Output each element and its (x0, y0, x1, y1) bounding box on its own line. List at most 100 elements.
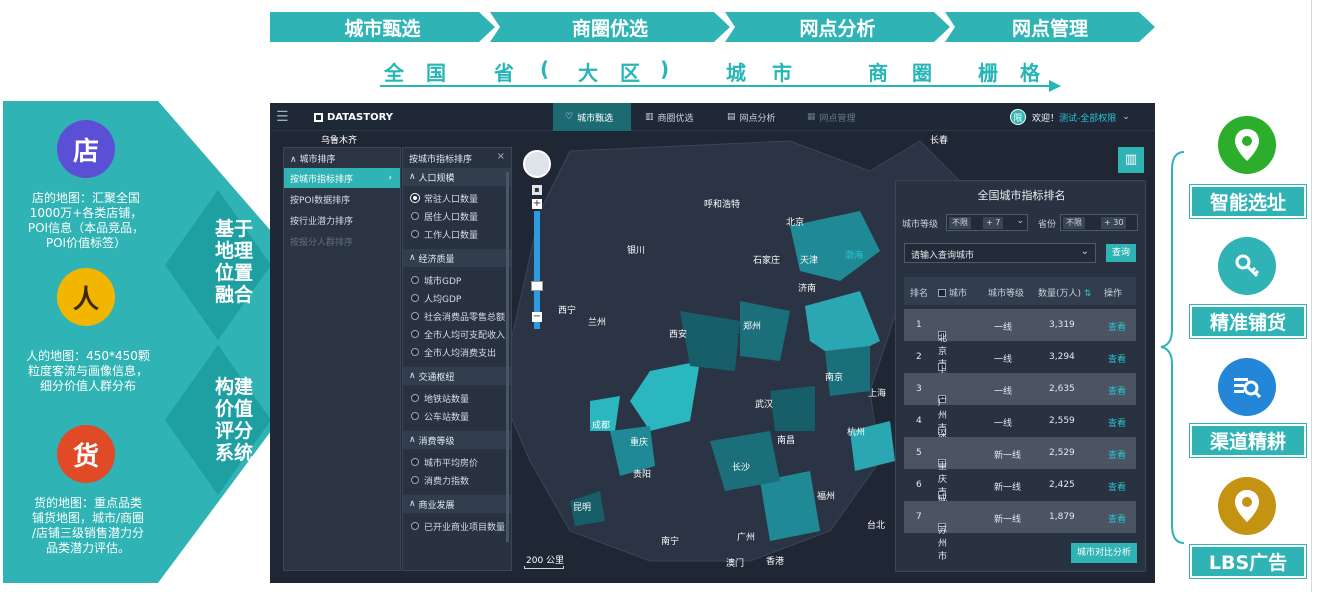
option-label: 公车站数量 (424, 412, 470, 423)
section-consumption[interactable]: ∧ 消费等级 (403, 431, 511, 449)
search-button[interactable]: 查询 (1106, 244, 1136, 262)
option-resident[interactable]: 常驻人口数量 (411, 190, 478, 206)
radio-icon (411, 458, 419, 466)
option-label: 已开业商业项目数量 (424, 522, 506, 533)
sort-item-city-indicator[interactable]: 按城市指标排序 › (284, 168, 400, 188)
person-icon: 人 (57, 268, 115, 326)
menu-icon[interactable]: ☰ (276, 103, 289, 131)
zoom-in-icon[interactable]: + (532, 199, 542, 209)
view-link[interactable]: 查看 (1108, 512, 1126, 525)
tab-outlet-management[interactable]: ▦ 网点管理 (807, 103, 856, 131)
checkbox-icon[interactable] (938, 289, 946, 297)
map-pin-icon (1218, 477, 1276, 535)
text-line: 位置 (214, 262, 253, 284)
search-placeholder: 请输入查询城市 (911, 251, 975, 261)
option-working[interactable]: 工作人口数量 (411, 226, 478, 242)
map-city-label: 澳门 (726, 559, 745, 569)
column-label: 数量(万人) (1038, 289, 1082, 299)
ranking-table-header: 排名 城市 城市等级 数量(万人) ⇅ 操作 (904, 277, 1136, 305)
option-living[interactable]: 居住人口数量 (411, 208, 478, 224)
sort-item-poi[interactable]: 按POI数据排序 (284, 189, 400, 209)
tab-label: 商圈优选 (657, 113, 694, 124)
map-city-label: 杭州 (847, 428, 866, 438)
view-link[interactable]: 查看 (1108, 352, 1126, 365)
sort-item-crowd[interactable]: 按报分人群排序 (284, 231, 400, 251)
rank-cell: 6 (916, 480, 922, 490)
filter-chip: 不限 (1063, 217, 1085, 229)
value-cell: 1,879 (1049, 512, 1075, 522)
option-bus[interactable]: 公车站数量 (411, 408, 469, 424)
section-transport[interactable]: ∧ 交通枢纽 (403, 367, 511, 385)
app-topbar: ☰ DATASTORY ♡ 城市甄选 ▥ 商圈优选 ▤ 网点分析 ▦ 网点管理 限 欢迎… (270, 103, 1155, 131)
section-economy[interactable]: ∧ 经济质量 (403, 249, 511, 267)
zoom-out-icon[interactable]: − (532, 312, 542, 322)
view-link[interactable]: 查看 (1108, 384, 1126, 397)
section-business[interactable]: ∧ 商业发展 (403, 495, 511, 513)
section-label: 经济质量 (418, 254, 455, 265)
province-select[interactable]: 不限 + 30 (1060, 214, 1138, 231)
section-label: 交通枢纽 (418, 372, 455, 383)
option-spending[interactable]: 全市人均消费支出 (411, 344, 496, 360)
option-gdp[interactable]: 城市GDP (411, 272, 461, 288)
divider (1311, 0, 1312, 592)
level-cell: 新一线 (994, 451, 1022, 461)
map-city-label: 重庆 (630, 438, 649, 448)
compass-control[interactable] (523, 150, 551, 178)
column-header: 城市等级 (988, 289, 1025, 299)
city-search-input[interactable]: 请输入查询城市 ⌄ (904, 243, 1096, 263)
compare-cities-button[interactable]: 城市对比分析 (1070, 543, 1137, 563)
city-level-select[interactable]: 不限 + 7 ⌄ (946, 214, 1028, 231)
option-income[interactable]: 全市人均可支配收入 (411, 326, 505, 342)
map-city-label: 香港 (766, 557, 785, 567)
option-retail[interactable]: 社会消费品零售总额 (411, 308, 505, 324)
option-label: 社会消费品零售总额 (424, 312, 506, 323)
section-label: 消费等级 (418, 436, 455, 447)
sort-item-industry[interactable]: 按行业潜力排序 (284, 210, 400, 230)
option-consumption-index[interactable]: 消费力指数 (411, 472, 469, 488)
option-house-price[interactable]: 城市平均房价 (411, 454, 478, 470)
view-link[interactable]: 查看 (1108, 416, 1126, 429)
hier-char: 区 (620, 61, 640, 85)
tab-city-select[interactable]: ♡ 城市甄选 (553, 103, 631, 131)
column-header-city[interactable]: 城市 (938, 286, 967, 299)
option-subway[interactable]: 地铁站数量 (411, 390, 469, 406)
filter-chip-more: + 7 (983, 217, 1004, 229)
scrollbar[interactable] (506, 172, 509, 542)
zoom-slider-handle[interactable] (531, 281, 543, 291)
radio-icon (411, 312, 419, 320)
column-header-value[interactable]: 数量(万人) ⇅ (1038, 286, 1091, 299)
option-label: 工作人口数量 (424, 230, 479, 241)
option-gdp-per-capita[interactable]: 人均GDP (411, 290, 461, 306)
tab-business-district[interactable]: ▥ 商圈优选 (645, 103, 694, 131)
heart-icon: ♡ (565, 112, 574, 122)
view-link[interactable]: 查看 (1108, 320, 1126, 333)
tab-outlet-analysis[interactable]: ▤ 网点分析 (727, 103, 776, 131)
table-row: 2 上海市 一线 3,294 查看 (904, 341, 1136, 402)
goods-icon: 货 (57, 425, 115, 483)
rank-cell: 7 (916, 512, 922, 522)
value-cell: 2,425 (1049, 480, 1075, 490)
close-icon[interactable]: × (497, 151, 505, 162)
menu-label: 按城市指标排序 (290, 174, 354, 185)
map-scale: 200 公里 (526, 556, 565, 566)
chevron-down-icon: ⌄ (1080, 246, 1089, 257)
smart-site-selection-label: 智能选址 (1189, 184, 1307, 219)
chart-icon[interactable]: ▥ (1118, 147, 1144, 173)
logo-icon (314, 112, 323, 122)
process-step-3: 网点分析 (725, 12, 950, 42)
zoom-reset-icon[interactable]: ▪ (532, 185, 542, 195)
radio-icon (411, 348, 419, 356)
option-opened-projects[interactable]: 已开业商业项目数量 (411, 518, 505, 534)
column-label: 城市 (949, 289, 968, 299)
process-label: 网点分析 (799, 17, 876, 40)
map-city-label: 兰州 (588, 318, 607, 328)
table-row: 5 重庆市 新一线 2,529 查看 (904, 437, 1136, 498)
user-menu[interactable]: 限 欢迎！ 测试-全部权限 ⌄ (1010, 103, 1130, 131)
view-link[interactable]: 查看 (1108, 448, 1126, 461)
view-link[interactable]: 查看 (1108, 480, 1126, 493)
menu-label: 按报分人群排序 (290, 237, 354, 248)
process-label: 城市甄选 (344, 17, 421, 40)
section-population[interactable]: ∧ 人口规模 (403, 168, 511, 186)
sort-menu-header[interactable]: ∧ 城市排序 (290, 152, 335, 165)
map-city-label: 呼和浩特 (704, 200, 741, 210)
